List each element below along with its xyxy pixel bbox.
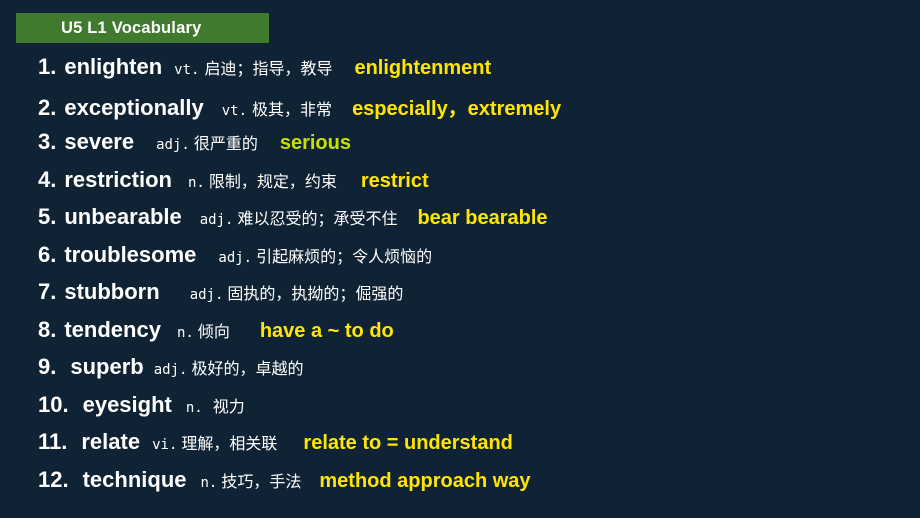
entry-definition-cn: 难以忍受的；承受不住: [237, 211, 398, 228]
entry-number: 2.: [38, 94, 57, 120]
entry-number: 9.: [38, 354, 57, 379]
entry-number: 12.: [38, 466, 69, 492]
entry-part-of-speech: adj.: [199, 212, 234, 228]
vocab-entry: 1. enlighten vt. 启迪；指导，教导 enlightenment: [0, 54, 920, 92]
entry-definition-cn: 视力: [212, 398, 245, 416]
entry-definition-cn: 启迪；指导，教导: [204, 61, 333, 78]
entry-number: 4.: [38, 166, 57, 192]
slide-title: U5 L1 Vocabulary: [61, 18, 202, 37]
vocab-entry: 12. technique n. 技巧，手法 method approach way: [0, 467, 920, 505]
entry-definition-cn: 极其，非常: [252, 101, 333, 119]
vocab-entry: 9. superb adj. 极好的，卓越的: [0, 354, 920, 392]
entry-related-words: method approach way: [319, 469, 531, 492]
vocab-entry: 7. stubborn adj. 固执的，执拗的；倔强的: [0, 279, 920, 317]
entry-definition-cn: 技巧，手法: [221, 473, 302, 491]
entry-part-of-speech: vi.: [152, 437, 178, 453]
entry-part-of-speech: adj.: [156, 137, 190, 153]
vocab-entry: 5. unbearable adj. 难以忍受的；承受不住 bear bearable: [0, 204, 920, 242]
entry-word: stubborn: [64, 279, 160, 304]
entry-definition-cn: 限制，规定，约束: [208, 173, 337, 191]
entry-part-of-speech: adj.: [153, 362, 188, 378]
slide: U5 L1 Vocabulary 1. enlighten vt. 启迪；指导，教导 e…: [0, 0, 920, 518]
vocab-entry: 8. tendency n. 倾向 have a ~ to do: [0, 317, 920, 355]
entry-number: 1.: [38, 54, 57, 79]
entry-definition-cn: 引起麻烦的；令人烦恼的: [256, 248, 433, 266]
entry-word: technique: [82, 466, 187, 492]
entry-part-of-speech: n.: [187, 174, 205, 191]
vocab-entry: 2. exceptionally vt. 极其，非常 especially，extrem…: [0, 92, 920, 130]
entry-part-of-speech: n.: [185, 399, 203, 416]
entry-part-of-speech: n.: [200, 474, 218, 491]
entry-related-words: have a ~ to do: [259, 319, 394, 342]
entry-related-words: enlightenment: [354, 57, 492, 79]
entry-part-of-speech: n.: [176, 324, 194, 341]
entry-related-words: relate to = understand: [303, 432, 513, 454]
vocab-entry: 11. relate vi. 理解，相关联 relate to = understand: [0, 429, 920, 467]
vocab-entry: 10. eyesight n. 视力: [0, 392, 920, 430]
entry-part-of-speech: vt.: [221, 102, 248, 119]
entry-part-of-speech: adj.: [218, 249, 253, 266]
entry-related-words: restrict: [360, 169, 429, 192]
vocab-entry: 3. severe adj. 很严重的 serious: [0, 129, 920, 167]
entry-word: severe: [64, 129, 135, 154]
entry-word: relate: [81, 429, 141, 454]
entry-word: superb: [70, 354, 144, 379]
entry-definition-cn: 理解，相关联: [181, 436, 278, 453]
entry-word: eyesight: [82, 391, 172, 417]
entry-word: enlighten: [64, 54, 163, 79]
entry-part-of-speech: adj.: [189, 287, 224, 303]
entry-definition-cn: 很严重的: [193, 136, 258, 153]
entry-word: unbearable: [64, 204, 182, 229]
entry-word: troublesome: [64, 241, 197, 267]
entry-definition-cn: 极好的，卓越的: [191, 361, 304, 378]
entry-definition-cn: 倾向: [197, 323, 230, 341]
entry-part-of-speech: vt.: [174, 62, 200, 78]
entry-number: 11.: [38, 429, 68, 454]
entry-word: exceptionally: [64, 94, 204, 120]
entry-word: tendency: [64, 316, 161, 342]
entry-number: 5.: [38, 204, 57, 229]
entry-word: restriction: [64, 166, 172, 192]
entry-related-words: serious: [279, 132, 351, 154]
entry-number: 10.: [38, 391, 69, 417]
entry-number: 3.: [38, 129, 57, 154]
entry-definition-cn: 固执的，执拗的；倔强的: [227, 286, 404, 303]
entry-number: 8.: [38, 316, 57, 342]
vocab-entry: 6. troublesome adj. 引起麻烦的；令人烦恼的: [0, 242, 920, 280]
entry-related-words: especially，extremely: [352, 97, 562, 120]
entry-number: 6.: [38, 241, 57, 267]
entry-number: 7.: [38, 279, 57, 304]
vocabulary-list: 1. enlighten vt. 启迪；指导，教导 enlightenment 2. exc…: [0, 54, 920, 504]
vocab-entry: 4. restriction n. 限制，规定，约束 restrict: [0, 167, 920, 205]
title-banner: U5 L1 Vocabulary: [16, 13, 269, 43]
entry-related-words: bear bearable: [417, 207, 548, 229]
